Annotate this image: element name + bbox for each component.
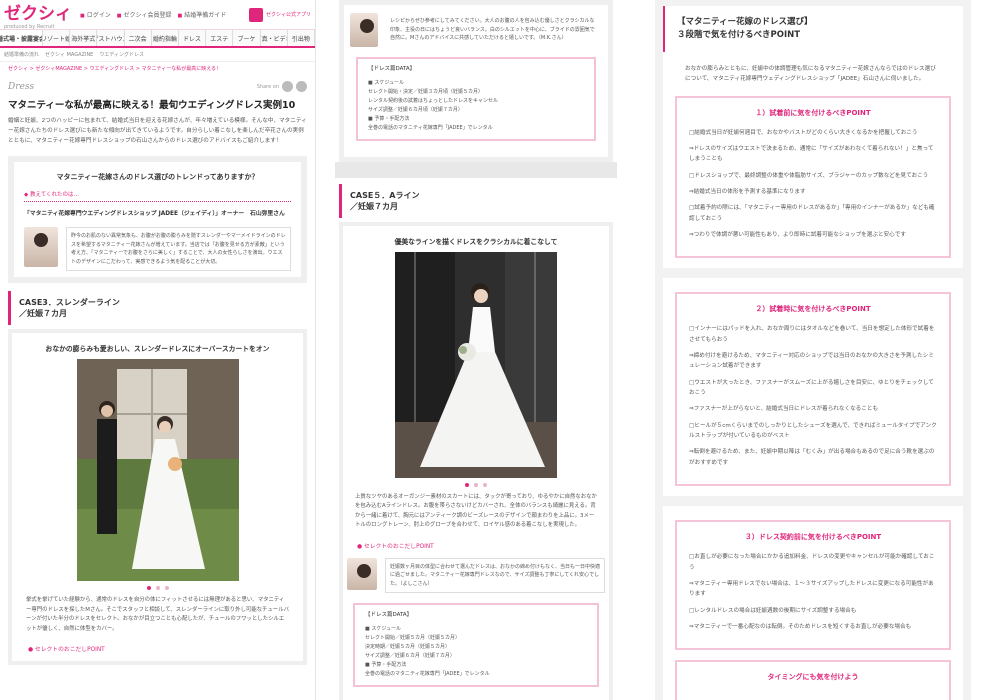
carousel-dot[interactable] — [465, 482, 469, 487]
bride-avatar — [350, 13, 378, 47]
case4-data-box: 【ドレス篇DATA】 スケジュール セレクト開始・決定／妊娠３カ月頃（妊娠５カ月… — [356, 57, 596, 141]
case5-body: 上質なツヤのあるオーガンジー素材のスカートには、タックが寄っており、ゆるやかに自… — [355, 493, 597, 529]
menu-item[interactable]: ブーケ — [233, 30, 261, 46]
case3-point-link[interactable]: セレクトのおこだしPOINT — [18, 640, 297, 657]
case4-quote: レシピからぜひ参考にしてみてください。大人のお腹の人を包み込む優しさとクラシカル… — [390, 18, 595, 41]
sub-nav-item[interactable]: ゼクシィ MAGAZINE — [45, 51, 93, 58]
points-intro: おなかの膨らみとともに、妊娠中の体調管理も気になるマタニティー花嫁さんならではの… — [685, 65, 936, 82]
app-badge[interactable]: ゼクシィ公式アプリ — [248, 7, 311, 22]
section-divider — [335, 161, 617, 178]
case3-body: 挙式を挙げていた経験から、通常のドレスを自分の体にフィットさせるには無理があると… — [26, 597, 289, 632]
category-menu: 結婚式場・披露宴会場 リゾート婚 海外挙式 ゲストハウス 二次会 婚約指輪 ドレ… — [0, 30, 315, 48]
breadcrumb[interactable]: ゼクシィ > ゼクシィMAGAZINE > ウエディングドレス > マタニティー… — [0, 62, 315, 75]
case5-point-link[interactable]: セレクトのおこだしPOINT — [347, 537, 605, 554]
register-link[interactable]: ゼクシィ会員登録 — [117, 10, 171, 19]
menu-item[interactable]: リゾート婚 — [43, 30, 71, 46]
teacher-avatar — [24, 227, 58, 268]
menu-item[interactable]: 写真・ビデオ — [261, 30, 288, 46]
teacher-name: 「マタニティ花嫁専門ウエディングドレスショップ JADEE（ジェイディ）」オーナ… — [24, 211, 285, 218]
article-title: マタニティーな私が最高に映える！最旬ウエディングドレス実例10 — [8, 100, 296, 111]
carousel-dot[interactable] — [474, 482, 478, 487]
menu-item[interactable]: ドレス — [179, 30, 207, 46]
menu-item[interactable]: 婚約指輪 — [152, 30, 179, 46]
timing-title[interactable]: タイミングにも気を付けよう — [689, 672, 937, 682]
facebook-icon[interactable] — [282, 81, 293, 92]
point3-text: □お直しが必要になった場合にかかる追加料金、ドレスの変更やキャンセルが可能か確認… — [689, 554, 935, 630]
case5-photo[interactable] — [395, 251, 557, 478]
menu-item[interactable]: 二次会 — [125, 30, 152, 46]
twitter-icon[interactable] — [296, 81, 307, 92]
point2-title: ２）試着時に気を付けるべきPOINT — [755, 305, 871, 314]
carousel-dot[interactable] — [483, 482, 487, 487]
teacher-label: 教えてくれたのは… — [24, 190, 291, 203]
case5-quote-row: 妊娠数ヶ月目の体型に合わせて選んだドレスは、おなかの締め付けもなく、当日も一日中… — [347, 557, 605, 594]
article-screenshot-right: 【マタニティー花嫁のドレス選び】 ３段階で気を付けるべきPOINT おなかの膨ら… — [655, 0, 971, 700]
menu-item[interactable]: ゲストハウス — [97, 30, 125, 46]
teacher-quote: 昨今のお肌のない異常気象も、お腹がお腹の膨らみを隠すスレンダーやマーメイドライン… — [66, 227, 291, 272]
point1-title: １）試着前に気を付けるべきPOINT — [755, 108, 871, 117]
point2-box: ２）試着時に気を付けるべきPOINT □インナーにはパッドを入れ、おなか周りには… — [675, 292, 951, 487]
case5-heading: CASE５．Aライン ／妊娠７カ月 — [339, 183, 613, 218]
case4-card-bottom: レシピからぜひ参考にしてみてください。大人のお腹の人を包み込む優しさとクラシカル… — [339, 0, 613, 162]
menu-item[interactable]: エステ — [206, 30, 234, 46]
menu-item[interactable]: 引出物 — [288, 30, 315, 46]
menu-item[interactable]: 結婚式場・披露宴会場 — [0, 30, 43, 46]
points-panel-3: ３）ドレス契約前に気を付けるべきPOINT □お直しが必要になった場合にかかる追… — [663, 506, 963, 700]
app-icon — [248, 7, 263, 22]
trend-card: マタニティー花嫁さんのドレス選びのトレンドってありますか？ 教えてくれたのは… … — [8, 156, 307, 284]
sub-nav: 結婚準備の流れ ゼクシィ MAGAZINE ウエディングドレス — [0, 48, 315, 62]
sub-nav-item[interactable]: ウエディングドレス — [99, 51, 144, 58]
case5-caption: 優美なラインを描くドレスをクラシカルに着こなして — [394, 237, 558, 246]
timing-box: タイミングにも気を付けよう — [675, 660, 951, 700]
top-nav: ログイン ゼクシィ会員登録 結婚準備ガイド — [80, 10, 227, 19]
guide-link[interactable]: 結婚準備ガイド — [178, 10, 226, 19]
menu-item[interactable]: 海外挙式 — [70, 30, 98, 46]
site-logo[interactable]: ゼクシィ produced by Recruit — [4, 0, 72, 30]
site-header: ゼクシィ produced by Recruit ログイン ゼクシィ会員登録 結… — [0, 0, 315, 30]
login-link[interactable]: ログイン — [80, 10, 111, 19]
points-panel-1: おなかの膨らみとともに、妊娠中の体調管理も気になるマタニティー花嫁さんならではの… — [663, 51, 963, 269]
case3-photo[interactable] — [76, 359, 239, 582]
bride-avatar — [347, 557, 377, 590]
point3-title: ３）ドレス契約前に気を付けるべきPOINT — [744, 533, 882, 542]
brand-row: Dress Share on — [0, 75, 315, 92]
carousel-dot[interactable] — [155, 586, 160, 591]
share-area: Share on — [257, 81, 307, 92]
article-screenshot-left: ゼクシィ produced by Recruit ログイン ゼクシィ会員登録 結… — [0, 0, 316, 700]
points-heading: 【マタニティー花嫁のドレス選び】 ３段階で気を付けるべきPOINT — [663, 6, 963, 52]
trend-question: マタニティー花嫁さんのドレス選びのトレンドってありますか？ — [56, 173, 259, 182]
points-panel-2: ２）試着時に気を付けるべきPOINT □インナーにはパッドを入れ、おなか周りには… — [663, 278, 963, 497]
sub-nav-item[interactable]: 結婚準備の流れ — [4, 51, 39, 58]
carousel-dot[interactable] — [146, 586, 151, 591]
case3-caption: おなかの膨らみも愛おしい、スレンダードレスにオーバースカートをオン — [45, 345, 270, 354]
point2-text: □インナーにはパッドを入れ、おなか周りにはタオルなどを巻いて、当日を想定した体形… — [689, 326, 937, 466]
case3-heading: CASE3．スレンダーライン ／妊娠７カ月 — [8, 291, 307, 326]
case5-card: 優美なラインを描くドレスをクラシカルに着こなして 上質なツヤのあるオーガンジー素… — [339, 221, 613, 700]
article-screenshot-middle: レシピからぜひ参考にしてみてください。大人のお腹の人を包み込む優しさとクラシカル… — [335, 0, 617, 700]
point1-text: □結婚式当日が妊娠何週目で、おなかやバストがどのくらい大きくなるかを把握しておこ… — [689, 129, 935, 239]
case3-card: おなかの膨らみも愛おしい、スレンダードレスにオーバースカートをオン 挙式を挙げて… — [8, 329, 307, 666]
category-brand: Dress — [8, 81, 35, 92]
carousel-dot[interactable] — [164, 586, 169, 591]
point3-box: ３）ドレス契約前に気を付けるべきPOINT □お直しが必要になった場合にかかる追… — [675, 520, 951, 651]
case5-data-box: 【ドレス篇DATA】 スケジュール セレクト開始／妊娠５カ月（妊娠５カ月） 決定… — [353, 603, 599, 688]
article-lede: 婚姻と妊娠、2つのハッピーに包まれて、結婚式当日を迎える花嫁さんが、年々増えてい… — [8, 118, 307, 144]
teacher-quote-row: 昨今のお肌のない異常気象も、お腹がお腹の膨らみを隠すスレンダーやマーメイドライン… — [24, 227, 291, 272]
case4-quote-row: レシピからぜひ参考にしてみてください。大人のお腹の人を包み込む優しさとクラシカル… — [350, 13, 602, 47]
point1-box: １）試着前に気を付けるべきPOINT □結婚式当日が妊娠何週目で、おなかやバスト… — [675, 95, 951, 259]
case5-quote: 妊娠数ヶ月目の体型に合わせて選んだドレスは、おなかの締め付けもなく、当日も一日中… — [385, 557, 605, 594]
